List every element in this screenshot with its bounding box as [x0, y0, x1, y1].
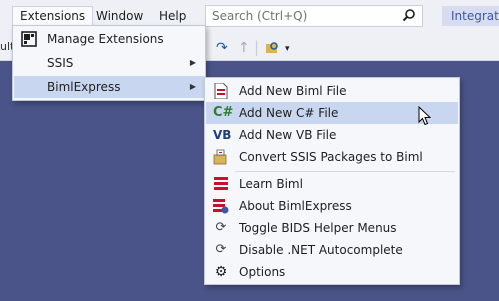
extensions-dropdown: Manage Extensions SSIS ▶ BimlExpress ▶	[12, 25, 206, 101]
toolbar-separator: |	[254, 38, 260, 56]
menu-help[interactable]: Help	[152, 6, 193, 26]
refresh-icon: ⟳	[215, 220, 227, 235]
menu-item-add-biml-file[interactable]: Add New Biml File	[206, 80, 458, 102]
menu-item-label: Manage Extensions	[47, 32, 164, 46]
menu-item-label: Convert SSIS Packages to Biml	[239, 150, 423, 164]
extensions-icon	[21, 31, 37, 47]
toolbar-dropdown-arrow-icon[interactable]: ▾	[285, 44, 290, 54]
menu-item-ssis[interactable]: SSIS ▶	[14, 52, 204, 74]
menu-separator	[235, 171, 455, 172]
menu-extensions[interactable]: Extensions	[12, 6, 94, 26]
menu-item-label: BimlExpress	[47, 80, 121, 94]
menu-item-label: About BimlExpress	[239, 199, 352, 213]
search-input[interactable]: Search (Ctrl+Q)	[205, 5, 423, 27]
menu-item-label: Disable .NET Autocomplete	[239, 243, 403, 257]
csharp-icon: C#	[213, 105, 234, 120]
search-icon[interactable]	[402, 8, 416, 28]
menu-item-learn-biml[interactable]: Learn Biml	[206, 173, 458, 195]
submenu-arrow-icon: ▶	[189, 82, 196, 91]
submenu-arrow-icon: ▶	[189, 58, 196, 67]
learn-icon	[213, 176, 229, 192]
menu-item-disable-autocomplete[interactable]: ⟳ Disable .NET Autocomplete	[206, 239, 458, 261]
about-icon	[213, 198, 229, 214]
convert-icon	[213, 149, 229, 165]
up-arrow-icon[interactable]: ↑	[238, 40, 250, 56]
menu-item-label: Toggle BIDS Helper Menus	[239, 221, 397, 235]
biml-file-icon	[213, 82, 229, 100]
find-folder-icon[interactable]	[265, 40, 281, 60]
menu-item-label: Add New VB File	[239, 128, 337, 142]
menu-item-label: SSIS	[47, 56, 74, 70]
gear-icon: ⚙	[214, 264, 228, 280]
menu-item-label: Add New C# File	[239, 106, 339, 120]
menu-item-label: Options	[239, 265, 286, 279]
menu-item-bimlexpress[interactable]: BimlExpress ▶	[14, 76, 204, 98]
integration-button[interactable]: Integration	[442, 6, 499, 26]
menu-window[interactable]: Window	[89, 6, 150, 26]
menu-item-manage-extensions[interactable]: Manage Extensions	[14, 28, 204, 50]
menu-item-options[interactable]: ⚙ Options	[206, 261, 458, 283]
menu-item-convert-ssis[interactable]: Convert SSIS Packages to Biml	[206, 146, 458, 168]
menu-item-about-bimlexpress[interactable]: About BimlExpress	[206, 195, 458, 217]
search-placeholder: Search (Ctrl+Q)	[212, 9, 308, 23]
menu-item-toggle-bids-helper[interactable]: ⟳ Toggle BIDS Helper Menus	[206, 217, 458, 239]
menu-item-label: Add New Biml File	[239, 84, 347, 98]
mouse-cursor-icon	[418, 105, 432, 129]
redo-icon[interactable]: ↷	[216, 40, 228, 56]
vb-icon: VB	[213, 128, 232, 142]
refresh-icon: ⟳	[215, 242, 227, 257]
menu-item-label: Learn Biml	[239, 177, 303, 191]
